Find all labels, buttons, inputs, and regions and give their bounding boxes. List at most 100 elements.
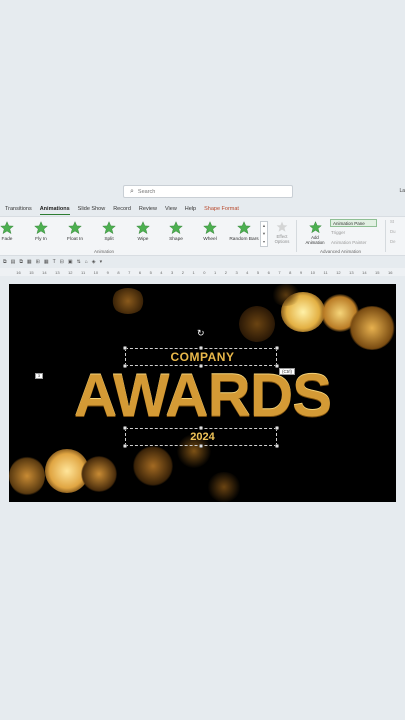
copy-icon[interactable]: ⧉ xyxy=(3,259,7,265)
group-icon[interactable]: ▣ xyxy=(68,259,73,265)
tab-record[interactable]: Record xyxy=(113,206,131,212)
more-icon[interactable]: ▾ xyxy=(100,259,103,265)
animation-order-tag: 3 xyxy=(35,373,43,379)
table-icon[interactable]: ▦ xyxy=(44,259,49,265)
bokeh-light xyxy=(207,472,241,502)
animation-split[interactable]: Split xyxy=(92,221,126,242)
animation-wipe[interactable]: Wipe xyxy=(126,221,160,242)
star-icon xyxy=(34,221,48,235)
animation-float-in[interactable]: Float In xyxy=(58,221,92,242)
animation-fade[interactable]: Fade xyxy=(0,221,24,242)
ruler-tick: 11 xyxy=(323,269,328,275)
effect-options-icon xyxy=(276,221,288,232)
animation-random-bars[interactable]: Random Bars xyxy=(227,221,261,242)
ruler-tick: 5 xyxy=(256,269,260,275)
ruler-tick: 1 xyxy=(213,269,217,275)
timing-start[interactable]: St xyxy=(390,219,394,224)
bokeh-light xyxy=(9,456,45,496)
text-icon[interactable]: T xyxy=(53,259,56,265)
trigger-button[interactable]: Trigger xyxy=(331,230,345,235)
tab-review[interactable]: Review xyxy=(139,206,157,212)
arrange-icon[interactable]: ⇅ xyxy=(77,259,81,265)
ruler-tick: 5 xyxy=(149,269,152,275)
paste-icon[interactable]: ▤ xyxy=(11,259,16,265)
ruler-tick: 14 xyxy=(42,269,47,275)
tab-slide-show[interactable]: Slide Show xyxy=(78,206,106,212)
ruler-tick: 3 xyxy=(171,269,174,275)
star-icon xyxy=(0,221,14,235)
star-icon xyxy=(169,221,183,235)
ruler-tick: 9 xyxy=(299,269,303,275)
ruler-tick: 2 xyxy=(181,269,184,275)
ribbon-tabs: Transitions Animations Slide Show Record… xyxy=(0,203,405,215)
animation-shape[interactable]: Shape xyxy=(159,221,193,242)
distribute-icon[interactable]: ⊟ xyxy=(60,259,64,265)
ruler-tick: 10 xyxy=(310,269,316,275)
layers-icon[interactable]: ▦ xyxy=(27,259,32,265)
more-icon: ▾ xyxy=(262,239,265,244)
animation-label: Fly In xyxy=(35,237,47,242)
lock-icon[interactable]: ⌂ xyxy=(85,259,88,265)
tab-help[interactable]: Help xyxy=(185,206,196,212)
awards-text: AWARDS xyxy=(73,362,332,429)
tab-transitions[interactable]: Transitions xyxy=(5,206,32,212)
animation-wheel[interactable]: Wheel xyxy=(193,221,227,242)
gallery-scroll-button[interactable]: ▲ ▼ ▾ xyxy=(260,221,268,247)
ruler-tick: 11 xyxy=(81,269,86,275)
duplicate-icon[interactable]: ⧉ xyxy=(19,259,23,265)
ruler-tick: 13 xyxy=(349,269,354,275)
shapes-icon[interactable]: ◈ xyxy=(92,259,96,265)
resize-handle[interactable] xyxy=(275,444,279,448)
timing-delay[interactable]: De xyxy=(390,239,396,244)
rotate-handle-icon[interactable]: ↻ xyxy=(197,328,205,339)
paste-options-tag[interactable]: (Ctrl) xyxy=(279,368,295,375)
animation-label: Random Bars xyxy=(229,237,259,242)
tab-view[interactable]: View xyxy=(165,206,177,212)
animation-pane-label: Animation Pane xyxy=(333,220,365,226)
chevron-up-icon: ▲ xyxy=(262,223,266,228)
horizontal-ruler: 16 15 14 13 12 11 10 9 8 7 6 5 4 3 2 1 0 1 2 3 4 5 6 7 8 9 10 11 12 1… xyxy=(0,268,405,276)
animation-fly-in[interactable]: Fly In xyxy=(24,221,58,242)
animation-pane-button[interactable]: Animation Pane xyxy=(330,219,377,227)
bokeh-light xyxy=(81,456,117,492)
star-icon xyxy=(68,221,82,235)
ribbon-separator xyxy=(296,220,297,252)
ruler-tick: 1 xyxy=(192,269,195,275)
video-top-area xyxy=(0,0,405,184)
animation-label: Wheel xyxy=(203,237,217,242)
add-animation-icon xyxy=(308,221,322,234)
ruler-tick: 16 xyxy=(388,269,393,275)
ruler-tick: 10 xyxy=(93,269,99,275)
ruler-tick: 4 xyxy=(160,269,163,275)
year-text: 2024 xyxy=(190,431,215,443)
star-icon xyxy=(136,221,150,235)
tab-shape-format[interactable]: Shape Format xyxy=(204,206,239,212)
bokeh-light xyxy=(111,288,145,314)
chevron-down-icon: ▼ xyxy=(262,231,266,236)
star-icon xyxy=(102,221,116,235)
animation-label: Split xyxy=(104,237,114,242)
add-animation-button[interactable]: Add Animation xyxy=(302,221,328,245)
align-icon[interactable]: ⊞ xyxy=(36,259,40,265)
resize-handle[interactable] xyxy=(199,444,203,448)
slide-canvas[interactable]: ↻ ↻ COMPANY AWARDS 2024 (Ctrl) 3 xyxy=(9,284,396,502)
search-icon: ⌕ xyxy=(130,187,134,195)
effect-options-button[interactable]: Effect Options xyxy=(272,221,292,244)
search-input[interactable]: ⌕ Search xyxy=(123,185,293,198)
ruler-tick: 3 xyxy=(235,269,238,275)
animation-group-label: Animation xyxy=(94,249,115,254)
resize-handle[interactable] xyxy=(123,444,127,448)
animation-painter-button[interactable]: Animation Painter xyxy=(331,240,367,245)
ribbon: Fade Fly In Float In Split Wipe Shape Wh… xyxy=(0,216,405,256)
ruler-tick: 2 xyxy=(224,269,227,275)
ruler-tick: 4 xyxy=(246,269,249,275)
ruler-tick: 14 xyxy=(362,269,367,275)
animation-label: Float In xyxy=(67,237,83,242)
animation-label: Shape xyxy=(169,237,183,242)
ruler-tick: 8 xyxy=(117,269,120,275)
ruler-tick: 13 xyxy=(55,269,60,275)
timing-duration[interactable]: Du xyxy=(390,229,396,234)
ruler-tick: 15 xyxy=(29,269,34,275)
ruler-tick: 8 xyxy=(289,269,292,275)
tab-animations[interactable]: Animations xyxy=(39,206,70,215)
